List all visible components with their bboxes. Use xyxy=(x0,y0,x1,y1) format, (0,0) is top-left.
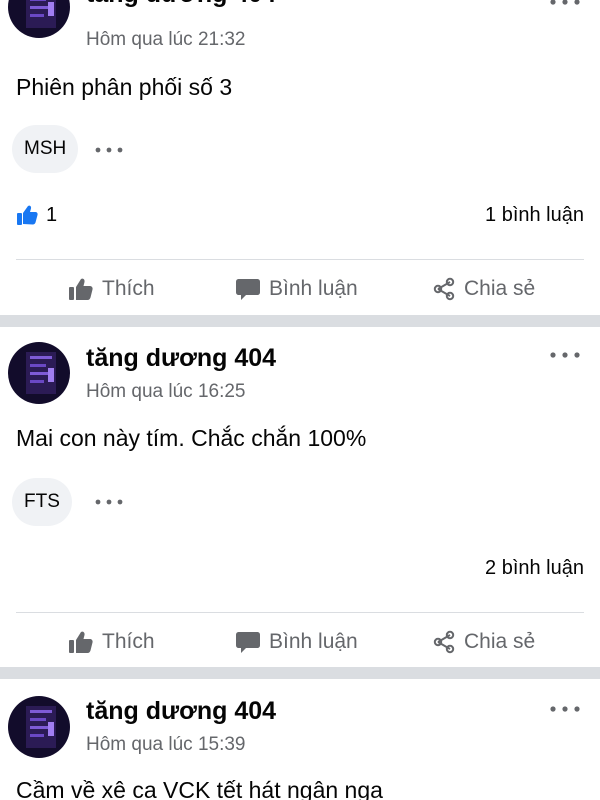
share-label: Chia sẻ xyxy=(464,277,536,300)
avatar[interactable] xyxy=(8,0,70,38)
like-button[interactable]: Thích xyxy=(68,269,155,309)
comment-count[interactable]: 1 bình luận xyxy=(485,204,584,227)
like-label: Thích xyxy=(102,277,155,300)
share-button[interactable]: Chia sẻ xyxy=(432,622,535,662)
more-dots-icon[interactable] xyxy=(545,699,585,719)
more-dots-icon[interactable] xyxy=(92,140,126,160)
post-separator xyxy=(0,315,600,327)
thumbs-up-icon xyxy=(69,278,93,300)
avatar[interactable] xyxy=(8,342,70,404)
post-author[interactable]: tăng dương 404 xyxy=(86,344,276,373)
post-timestamp[interactable]: Hôm qua lúc 21:32 xyxy=(86,29,246,51)
share-label: Chia sẻ xyxy=(464,630,536,653)
comment-count[interactable]: 2 bình luận xyxy=(485,557,584,580)
divider xyxy=(16,259,584,260)
post-text: Cầm về xê ca VCK tết hát ngân nga xyxy=(16,777,383,800)
more-dots-icon[interactable] xyxy=(545,0,585,12)
comment-label: Bình luận xyxy=(269,277,358,300)
share-button[interactable]: Chia sẻ xyxy=(432,269,535,309)
like-reaction-icon[interactable] xyxy=(16,204,38,226)
post-text: Mai con này tím. Chắc chắn 100% xyxy=(16,425,367,451)
comment-bubble-icon xyxy=(236,632,260,653)
post-card: tăng dương 404 Hôm qua lúc 15:39 Cầm về … xyxy=(0,679,600,800)
like-button[interactable]: Thích xyxy=(68,622,155,662)
comment-label: Bình luận xyxy=(269,630,358,653)
avatar[interactable] xyxy=(8,696,70,758)
divider xyxy=(16,612,584,613)
post-timestamp[interactable]: Hôm qua lúc 16:25 xyxy=(86,381,246,403)
post-card: tăng dương 404 Hôm qua lúc 21:32 Phiên p… xyxy=(0,0,600,314)
post-separator xyxy=(0,667,600,679)
stock-tag[interactable]: FTS xyxy=(12,478,72,526)
like-label: Thích xyxy=(102,630,155,653)
post-text: Phiên phân phối số 3 xyxy=(16,74,233,100)
comment-button[interactable]: Bình luận xyxy=(235,622,358,662)
post-timestamp[interactable]: Hôm qua lúc 15:39 xyxy=(86,734,246,756)
comment-bubble-icon xyxy=(236,279,260,300)
post-author[interactable]: tăng dương 404 xyxy=(86,0,276,9)
share-icon xyxy=(433,277,455,301)
more-dots-icon[interactable] xyxy=(545,345,585,365)
stock-tag[interactable]: MSH xyxy=(12,125,79,173)
more-dots-icon[interactable] xyxy=(92,492,126,512)
share-icon xyxy=(433,630,455,654)
post-card: tăng dương 404 Hôm qua lúc 16:25 Mai con… xyxy=(0,327,600,667)
comment-button[interactable]: Bình luận xyxy=(235,269,358,309)
like-count[interactable]: 1 xyxy=(46,204,57,227)
thumbs-up-icon xyxy=(69,631,93,653)
post-author[interactable]: tăng dương 404 xyxy=(86,697,276,726)
